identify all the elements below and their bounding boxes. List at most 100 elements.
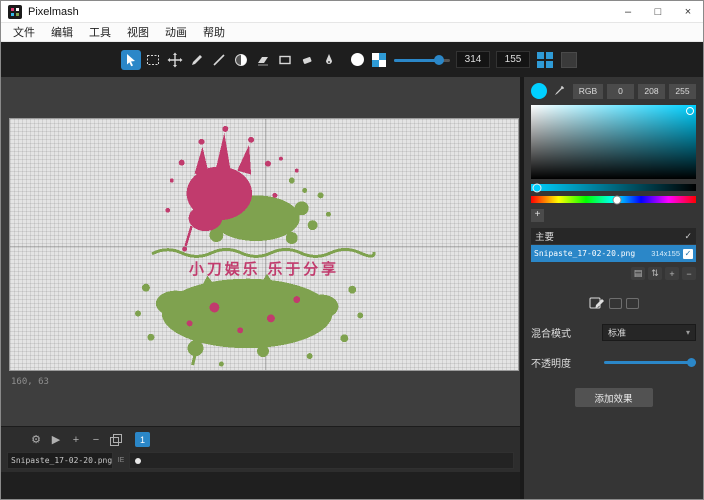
edit-effect-icon[interactable] [589, 296, 605, 310]
timeline-layer-name[interactable]: Snipaste_17-02-20.png [7, 452, 113, 469]
maximize-button[interactable]: □ [643, 1, 673, 22]
brush-shape-circle-icon[interactable] [351, 53, 364, 66]
main-area: 小刀娱乐 乐于分享 [1, 77, 703, 499]
opacity-slider-handle[interactable] [687, 358, 696, 367]
green-value-input[interactable]: 208 [638, 84, 665, 99]
secondary-view-toggle-button[interactable] [561, 52, 577, 68]
duplicate-icon [109, 433, 123, 447]
effect-frame-icon-1[interactable] [609, 298, 622, 309]
timeline-settings-button[interactable]: ⚙ [27, 432, 45, 448]
app-logo-icon [8, 5, 22, 19]
slider-handle[interactable] [434, 55, 444, 65]
red-value-input[interactable]: 0 [607, 84, 634, 99]
dither-pattern-icon[interactable] [372, 53, 386, 67]
tool-pencil[interactable] [187, 50, 207, 70]
reorder-layer-button[interactable]: ⇅ [648, 267, 662, 280]
layer-group-visibility-check[interactable]: ✓ [684, 231, 692, 242]
brightness-slider-handle[interactable] [533, 183, 542, 192]
layer-item-selected[interactable]: Snipaste_17-02-20.png 314x155 ✓ [531, 245, 696, 262]
blue-value-input[interactable]: 255 [669, 84, 696, 99]
close-button[interactable]: × [673, 1, 703, 22]
add-layer-button[interactable]: ▤ [631, 267, 645, 280]
right-panel: RGB 0 208 255 + 主要 ✓ Snipaste_17-02-20.p… [524, 77, 703, 499]
add-effect-row: 添加效果 [531, 388, 696, 407]
pencil-icon [189, 52, 205, 68]
window-controls: – □ × [613, 1, 703, 22]
grid-icon [536, 51, 554, 69]
fill-icon [255, 52, 271, 68]
pixel-canvas[interactable]: 小刀娱乐 乐于分享 [9, 118, 519, 371]
hue-slider-handle[interactable] [612, 195, 621, 204]
layer-size: 314x155 [651, 249, 680, 258]
brush-size-slider[interactable] [394, 54, 450, 66]
menu-file[interactable]: 文件 [5, 24, 43, 40]
effect-frame-icon-2[interactable] [626, 298, 639, 309]
menu-help[interactable]: 帮助 [195, 24, 233, 40]
timeline-panel: ⚙ ▶ + − 1 Snipaste_17-02-20.png IE [1, 426, 520, 472]
cursor-arrow-icon [123, 52, 139, 68]
add-effect-button[interactable]: 添加效果 [575, 388, 653, 407]
minimize-button[interactable]: – [613, 1, 643, 22]
pen-nib-icon [321, 52, 337, 68]
eyedropper-icon[interactable] [553, 85, 565, 97]
new-layer-button[interactable]: + [665, 267, 679, 280]
color-mode-select[interactable]: RGB [573, 84, 603, 99]
tool-gradient[interactable] [231, 50, 251, 70]
layer-group-label: 主要 [535, 229, 554, 243]
canvas-height-input[interactable]: 155 [496, 51, 530, 68]
tool-fill[interactable] [253, 50, 273, 70]
add-swatch-button[interactable]: + [531, 209, 544, 222]
pixel-art: 小刀娱乐 乐于分享 [10, 119, 518, 370]
canvas-width-input[interactable]: 314 [456, 51, 490, 68]
duplicate-frame-button[interactable] [107, 432, 125, 448]
chevron-down-icon: ▾ [686, 328, 690, 337]
move-icon [167, 52, 183, 68]
title-bar: Pixelmash – □ × [1, 1, 703, 23]
pixel-grid-toggle-button[interactable] [535, 50, 555, 70]
tool-eraser[interactable] [297, 50, 317, 70]
remove-frame-button[interactable]: − [87, 432, 105, 448]
menu-bar: 文件 编辑 工具 视图 动画 帮助 [1, 23, 703, 42]
frame-1-button[interactable]: 1 [135, 432, 150, 447]
menu-tools[interactable]: 工具 [81, 24, 119, 40]
play-button[interactable]: ▶ [47, 432, 65, 448]
window-title: Pixelmash [28, 6, 79, 18]
color-controls-row: RGB 0 208 255 [531, 83, 696, 99]
tool-group [121, 50, 339, 70]
layer-visibility-checkbox[interactable]: ✓ [683, 249, 693, 259]
tool-marquee[interactable] [143, 50, 163, 70]
current-color-swatch[interactable] [531, 83, 547, 99]
line-icon [211, 52, 227, 68]
timeline-layer-row: Snipaste_17-02-20.png IE [7, 452, 520, 469]
blend-mode-row: 混合模式 标准 ▾ [531, 324, 696, 341]
art-text: 小刀娱乐 乐于分享 [189, 260, 339, 278]
marquee-icon [145, 52, 161, 68]
eraser-icon [299, 52, 315, 68]
tool-pen[interactable] [319, 50, 339, 70]
toolbar: 314 155 [1, 42, 703, 77]
cursor-coordinates: 160, 63 [11, 377, 49, 387]
opacity-slider[interactable] [604, 357, 696, 368]
tool-move[interactable] [165, 50, 185, 70]
view-toggle-group [535, 50, 577, 70]
menu-view[interactable]: 视图 [119, 24, 157, 40]
menu-edit[interactable]: 编辑 [43, 24, 81, 40]
layer-group-header[interactable]: 主要 ✓ [531, 228, 696, 244]
hue-slider[interactable] [531, 196, 696, 203]
delete-layer-button[interactable]: − [682, 267, 696, 280]
brightness-slider[interactable] [531, 184, 696, 191]
gradient-circle-icon [233, 52, 249, 68]
rectangle-icon [277, 52, 293, 68]
tool-line[interactable] [209, 50, 229, 70]
menu-animation[interactable]: 动画 [157, 24, 195, 40]
tool-rectangle[interactable] [275, 50, 295, 70]
keyframe-dot[interactable] [135, 458, 141, 464]
slider-fill [394, 59, 439, 62]
keyframe-track[interactable] [129, 452, 514, 469]
sv-picker-marker[interactable] [686, 107, 694, 115]
add-frame-button[interactable]: + [67, 432, 85, 448]
tool-select[interactable] [121, 50, 141, 70]
blend-mode-dropdown[interactable]: 标准 ▾ [602, 324, 696, 341]
effects-icons-row [531, 296, 696, 310]
saturation-value-picker[interactable] [531, 105, 696, 179]
